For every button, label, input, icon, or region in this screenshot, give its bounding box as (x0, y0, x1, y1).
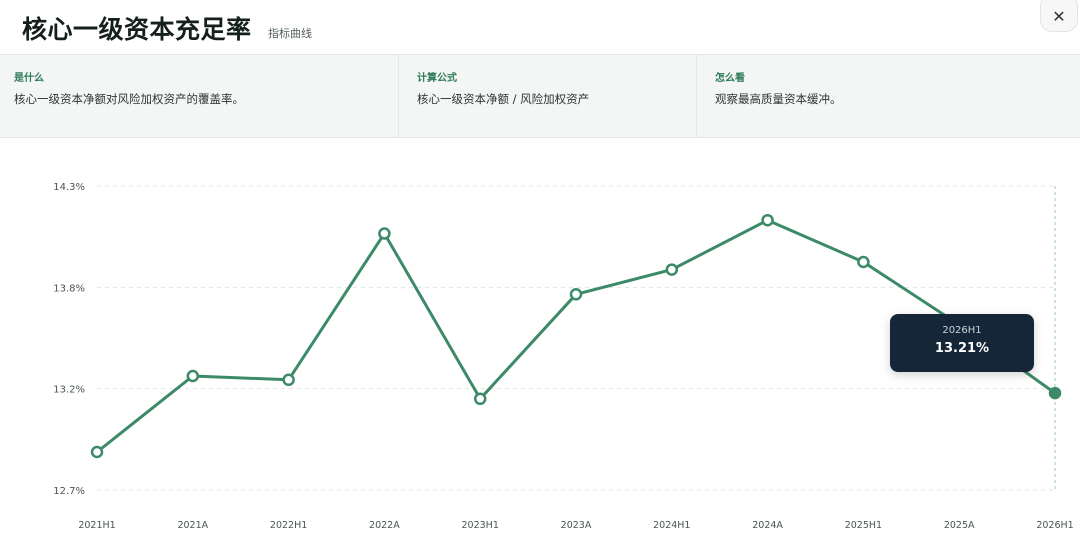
x-tick-label: 2024A (752, 520, 783, 531)
x-tick-label: 2025H1 (845, 520, 882, 531)
x-tick-label: 2021A (177, 520, 208, 531)
y-tick-label: 12.7% (53, 486, 85, 497)
x-tick-label: 2025A (944, 520, 975, 531)
y-tick-label: 13.2% (53, 385, 85, 396)
x-tick-label: 2023H1 (462, 520, 499, 531)
info-how-text: 观察最高质量资本缓冲。 (715, 92, 842, 106)
info-how-label: 怎么看 (715, 73, 745, 84)
data-point (473, 392, 487, 406)
highlighted-point (1048, 386, 1062, 400)
y-tick-label: 13.8% (53, 283, 85, 294)
info-bar: 是什么 核心一级资本净额对风险加权资产的覆盖率。 计算公式 核心一级资本净额 /… (0, 54, 1080, 138)
info-formula-label: 计算公式 (417, 73, 457, 84)
page-subtitle: 指标曲线 (268, 27, 312, 40)
info-what: 是什么 核心一级资本净额对风险加权资产的覆盖率。 (0, 55, 398, 137)
data-point (90, 445, 104, 459)
data-point (665, 263, 679, 276)
data-point (761, 213, 774, 227)
data-point (282, 373, 295, 387)
info-formula: 计算公式 核心一级资本净额 / 风险加权资产 (398, 55, 696, 137)
chart-tooltip: 2026H1 13.21% (890, 314, 1034, 372)
header: 核心一级资本充足率 指标曲线 ✕ (0, 0, 1080, 54)
page-title: 核心一级资本充足率 (22, 15, 252, 44)
x-tick-label: 2021H1 (78, 520, 115, 531)
data-point (378, 227, 391, 240)
info-what-label: 是什么 (14, 73, 44, 84)
info-how: 怎么看 观察最高质量资本缓冲。 (696, 55, 1080, 137)
info-what-text: 核心一级资本净额对风险加权资产的覆盖率。 (14, 92, 244, 106)
close-icon: ✕ (1052, 6, 1066, 26)
x-tick-label: 2024H1 (653, 520, 690, 531)
close-button[interactable]: ✕ (1040, 0, 1078, 32)
data-point (857, 255, 870, 269)
x-tick-label: 2022H1 (270, 520, 307, 531)
x-tick-label: 2026H1 (1036, 520, 1073, 531)
info-formula-text: 核心一级资本净额 / 风险加权资产 (417, 92, 590, 106)
x-tick-label: 2022A (369, 520, 400, 531)
data-point (186, 369, 200, 383)
y-tick-label: 14.3% (53, 182, 85, 193)
x-tick-label: 2023A (561, 520, 592, 531)
tooltip-x-label: 2026H1 (942, 325, 982, 336)
data-point (569, 288, 583, 301)
tooltip-value: 13.21% (934, 341, 990, 356)
